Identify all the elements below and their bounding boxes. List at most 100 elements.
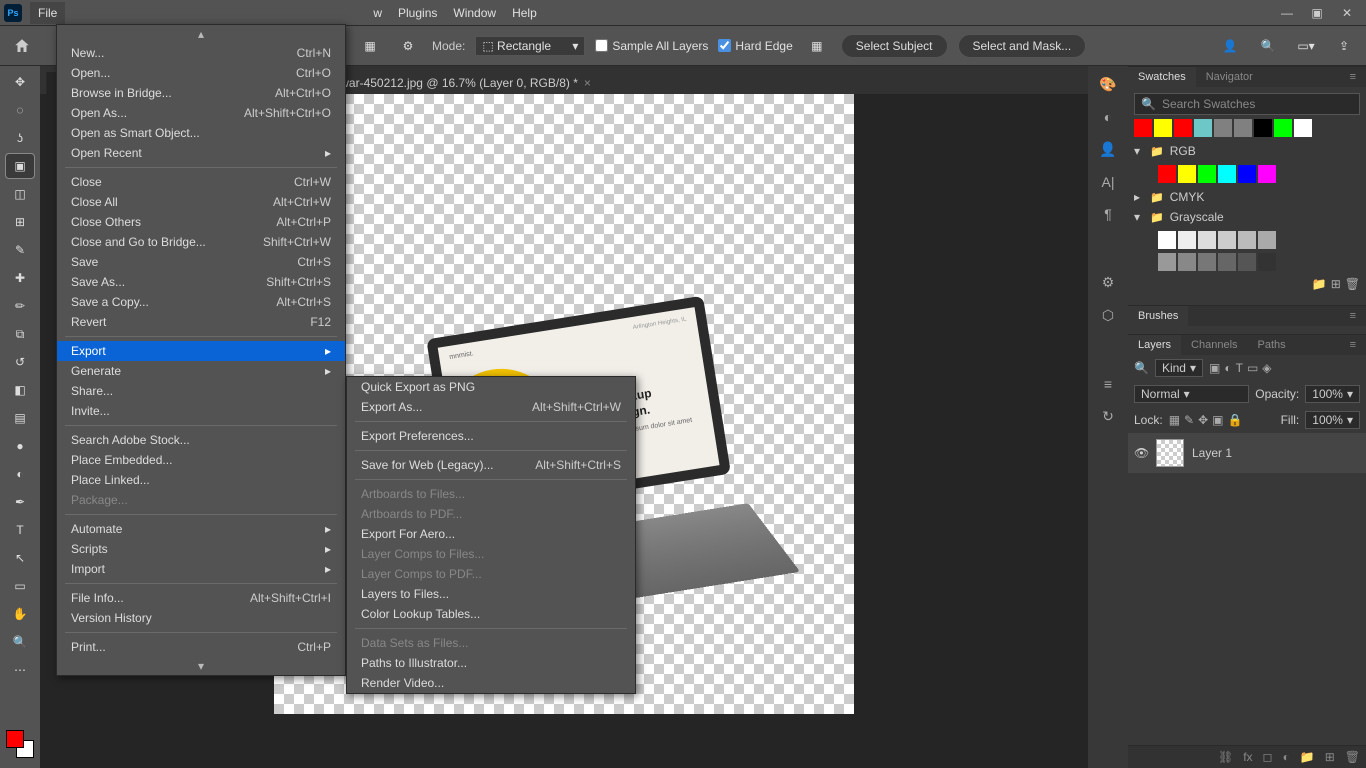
home-icon[interactable]: [8, 32, 36, 60]
filter-smart-icon[interactable]: ◈: [1262, 361, 1271, 375]
lock-transparency-icon[interactable]: ▦: [1169, 413, 1180, 427]
panel-menu-icon[interactable]: ≡: [1340, 67, 1366, 87]
tab-layers[interactable]: Layers: [1128, 335, 1181, 355]
filter-shape-icon[interactable]: ▭: [1247, 361, 1258, 375]
share-icon[interactable]: ⇪: [1330, 32, 1358, 60]
filter-adjust-icon[interactable]: ◐: [1224, 361, 1231, 375]
gear-icon[interactable]: ⚙: [394, 32, 422, 60]
swatch[interactable]: [1134, 119, 1152, 137]
swatch[interactable]: [1258, 253, 1276, 271]
menu-open[interactable]: Open...Ctrl+O: [57, 63, 345, 83]
menu-generate[interactable]: Generate▸: [57, 361, 345, 381]
filter-type-icon[interactable]: T: [1236, 361, 1243, 375]
character-panel-icon[interactable]: A|: [1102, 174, 1115, 190]
menu-export-as[interactable]: Export As...Alt+Shift+Ctrl+W: [347, 397, 635, 417]
tab-navigator[interactable]: Navigator: [1196, 67, 1263, 87]
swatch-new-icon[interactable]: ⊞: [1331, 277, 1341, 291]
opacity-input[interactable]: 100% ▾: [1305, 385, 1360, 403]
swatch[interactable]: [1214, 119, 1232, 137]
path-tool-icon[interactable]: ↖: [6, 546, 34, 570]
swatch[interactable]: [1174, 119, 1192, 137]
delete-layer-icon[interactable]: 🗑: [1345, 750, 1360, 764]
minimize-icon[interactable]: —: [1272, 0, 1302, 26]
dodge-tool-icon[interactable]: ◐: [6, 462, 34, 486]
swatch[interactable]: [1198, 165, 1216, 183]
fill-input[interactable]: 100% ▾: [1305, 411, 1360, 429]
menu-quick-export[interactable]: Quick Export as PNG: [347, 377, 635, 397]
swatch[interactable]: [1194, 119, 1212, 137]
swatch[interactable]: [1238, 253, 1256, 271]
menu-share[interactable]: Share...: [57, 381, 345, 401]
lock-all-icon[interactable]: 🔒: [1228, 413, 1243, 427]
swatch-trash-icon[interactable]: 🗑: [1345, 277, 1360, 291]
clone-tool-icon[interactable]: ⧉: [6, 322, 34, 346]
menu-export[interactable]: Export▸: [57, 341, 345, 361]
swatch[interactable]: [1178, 231, 1196, 249]
swatch[interactable]: [1218, 253, 1236, 271]
menu-close-bridge[interactable]: Close and Go to Bridge...Shift+Ctrl+W: [57, 232, 345, 252]
workspace-icon[interactable]: ▭▾: [1292, 32, 1320, 60]
properties-panel-icon[interactable]: ⚙: [1102, 274, 1115, 291]
actions-panel-icon[interactable]: ↻: [1102, 408, 1114, 425]
menu-layers-files[interactable]: Layers to Files...: [347, 584, 635, 604]
maximize-icon[interactable]: ▣: [1302, 0, 1332, 26]
filter-pixel-icon[interactable]: ▣: [1209, 361, 1220, 375]
swatch[interactable]: [1258, 165, 1276, 183]
menu-browse-bridge[interactable]: Browse in Bridge...Alt+Ctrl+O: [57, 83, 345, 103]
layer-fx-icon[interactable]: fx: [1243, 750, 1252, 764]
eraser-tool-icon[interactable]: ◧: [6, 378, 34, 402]
menu-version-history[interactable]: Version History: [57, 608, 345, 628]
tab-swatches[interactable]: Swatches: [1128, 67, 1196, 87]
zoom-tool-icon[interactable]: 🔍: [6, 630, 34, 654]
swatch[interactable]: [1178, 253, 1196, 271]
swatch[interactable]: [1254, 119, 1272, 137]
menu-open-smart[interactable]: Open as Smart Object...: [57, 123, 345, 143]
tab-channels[interactable]: Channels: [1181, 335, 1247, 355]
panel-menu-icon[interactable]: ≡: [1340, 306, 1366, 326]
menu-save-copy[interactable]: Save a Copy...Alt+Ctrl+S: [57, 292, 345, 312]
blur-tool-icon[interactable]: ●: [6, 434, 34, 458]
shape-tool-icon[interactable]: ▭: [6, 574, 34, 598]
menu-invite[interactable]: Invite...: [57, 401, 345, 421]
crop-tool-icon[interactable]: ◫: [6, 182, 34, 206]
search-swatches-input[interactable]: 🔍 Search Swatches: [1134, 93, 1360, 115]
adjustment-layer-icon[interactable]: ◐: [1283, 750, 1290, 764]
layer-visibility-icon[interactable]: 👁: [1134, 446, 1148, 460]
lock-artboard-icon[interactable]: ▣: [1212, 413, 1223, 427]
new-layer-icon[interactable]: ⊞: [1325, 750, 1335, 764]
move-tool-icon[interactable]: ✥: [6, 70, 34, 94]
blend-mode-select[interactable]: Normal ▾: [1134, 385, 1249, 403]
brush-tool-icon[interactable]: ✏: [6, 294, 34, 318]
menu-revert[interactable]: RevertF12: [57, 312, 345, 332]
menu-new[interactable]: New...Ctrl+N: [57, 43, 345, 63]
lock-image-icon[interactable]: ✎: [1184, 413, 1194, 427]
more-tools-icon[interactable]: ⋯: [6, 658, 34, 682]
panel-menu-icon[interactable]: ≡: [1340, 335, 1366, 355]
swatch[interactable]: [1218, 165, 1236, 183]
menu-search-stock[interactable]: Search Adobe Stock...: [57, 430, 345, 450]
swatch[interactable]: [1178, 165, 1196, 183]
menu-close-all[interactable]: Close AllAlt+Ctrl+W: [57, 192, 345, 212]
libraries-panel-icon[interactable]: 👤: [1099, 141, 1116, 158]
frame-tool-icon[interactable]: ⊞: [6, 210, 34, 234]
menu-color-lookup[interactable]: Color Lookup Tables...: [347, 604, 635, 624]
lock-position-icon[interactable]: ✥: [1198, 413, 1208, 427]
swatch[interactable]: [1238, 165, 1256, 183]
menu-scripts[interactable]: Scripts▸: [57, 539, 345, 559]
eyedropper-tool-icon[interactable]: ✎: [6, 238, 34, 262]
menu-export-prefs[interactable]: Export Preferences...: [347, 426, 635, 446]
menu-place-linked[interactable]: Place Linked...: [57, 470, 345, 490]
swatch[interactable]: [1158, 253, 1176, 271]
color-panel-icon[interactable]: 🎨: [1099, 76, 1116, 93]
tab-paths[interactable]: Paths: [1248, 335, 1296, 355]
menu-open-as[interactable]: Open As...Alt+Shift+Ctrl+O: [57, 103, 345, 123]
swatch[interactable]: [1198, 253, 1216, 271]
swatch[interactable]: [1218, 231, 1236, 249]
search-icon[interactable]: 🔍: [1254, 32, 1282, 60]
menu-save-as[interactable]: Save As...Shift+Ctrl+S: [57, 272, 345, 292]
menu-import[interactable]: Import▸: [57, 559, 345, 579]
grayscale-folder[interactable]: ▾📁 Grayscale: [1134, 207, 1360, 227]
close-window-icon[interactable]: ✕: [1332, 0, 1362, 26]
menu-automate[interactable]: Automate▸: [57, 519, 345, 539]
swatch[interactable]: [1258, 231, 1276, 249]
